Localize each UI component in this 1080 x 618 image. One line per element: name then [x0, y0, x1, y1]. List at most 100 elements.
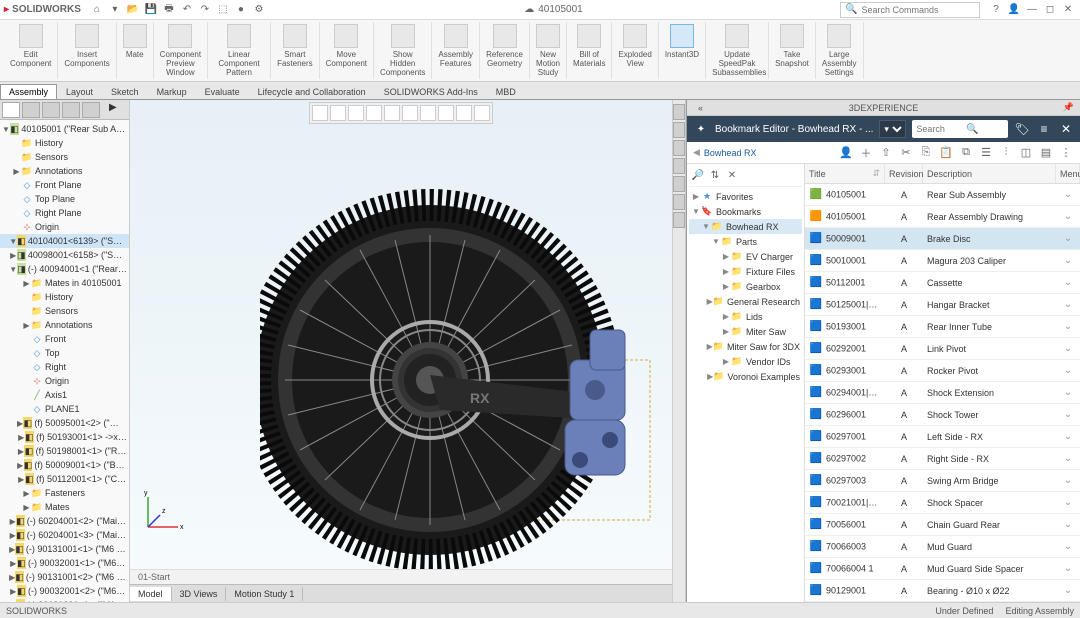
table-row[interactable]: 🟦60296001AShock Tower⌄	[805, 404, 1080, 426]
expand-icon[interactable]: ▶	[22, 503, 31, 512]
fm-item[interactable]: ▼◧40104001<6139> ("Shock Tower")	[0, 234, 129, 248]
col-title[interactable]: Title ⇵	[805, 164, 885, 183]
expand-icon[interactable]: ▼	[701, 222, 711, 231]
compass-icon[interactable]: ✦	[693, 121, 709, 137]
table-row[interactable]: 🟦60293001ARocker Pivot⌄	[805, 360, 1080, 382]
bookmark-node[interactable]: ▶📁Gearbox	[689, 279, 802, 294]
bookmark-node[interactable]: ▼📁Parts	[689, 234, 802, 249]
bookmark-node[interactable]: ▶📁Vendor IDs	[689, 354, 802, 369]
col-revision[interactable]: Revision	[885, 164, 923, 183]
taskpane-view-palette-icon[interactable]	[673, 158, 685, 174]
bm-find-icon[interactable]: 🔎	[691, 170, 705, 184]
bookmark-node[interactable]: ▼🔖Bookmarks	[689, 204, 802, 219]
table-row[interactable]: 🟦90129001ABearing - Ø10 x Ø22⌄	[805, 580, 1080, 602]
expand-icon[interactable]: ▶	[22, 279, 31, 288]
cell-menu[interactable]: ⌄	[1056, 321, 1080, 332]
cmd-tab-sketch[interactable]: Sketch	[102, 84, 148, 99]
cell-menu[interactable]: ⌄	[1056, 255, 1080, 266]
upload-icon[interactable]: ⇧	[878, 145, 894, 161]
add-icon[interactable]: ＋	[858, 145, 874, 161]
bookmark-node[interactable]: ▶📁Miter Saw	[689, 324, 802, 339]
bookmark-node[interactable]: ▼📁Bowhead RX	[689, 219, 802, 234]
cell-menu[interactable]: ⌄	[1056, 453, 1080, 464]
expand-icon[interactable]: ▶	[721, 267, 731, 276]
viewport-tab-3d-views[interactable]: 3D Views	[172, 587, 227, 601]
bookmark-node[interactable]: ▶📁EV Charger	[689, 249, 802, 264]
fm-item[interactable]: ▶◧(f) 50009001<1> ("Brake Disc")	[0, 458, 129, 472]
bookmark-tree[interactable]: 🔎 ⇅ ✕ ▶★Favorites▼🔖Bookmarks▼📁Bowhead RX…	[687, 164, 805, 602]
ribbon-insert-components[interactable]: Insert Components	[58, 22, 116, 79]
table-row[interactable]: 🟧40105001ARear Assembly Drawing⌄	[805, 206, 1080, 228]
expand-icon[interactable]: ▶	[17, 461, 24, 470]
fm-item[interactable]: ▶◧(f) 50193001<1> ->x ("Rear")	[0, 430, 129, 444]
expand-icon[interactable]: ▶	[721, 327, 731, 336]
redo-icon[interactable]: ↷	[197, 2, 213, 18]
fm-item[interactable]: ◇PLANE1	[0, 402, 129, 416]
ribbon-show-hidden[interactable]: Show Hidden Components	[374, 22, 432, 79]
viewport-tab-model[interactable]: Model	[130, 587, 172, 601]
taskpane-file-explorer-icon[interactable]	[673, 140, 685, 156]
bm-sort-icon[interactable]: ⇅	[708, 170, 722, 184]
taskpane-resources-icon[interactable]	[673, 104, 685, 120]
expand-icon[interactable]: ▶	[10, 587, 17, 596]
fm-item[interactable]: ⊹Origin	[0, 374, 129, 388]
fm-item[interactable]: ⊹Origin	[0, 220, 129, 234]
col-menu[interactable]: Menu	[1056, 164, 1080, 183]
dup-icon[interactable]: ⧉	[958, 145, 974, 161]
fm-tab-tree[interactable]	[2, 102, 20, 118]
fm-item[interactable]: ▶📁Mates	[0, 500, 129, 514]
cell-menu[interactable]: ⌄	[1056, 299, 1080, 310]
fm-item[interactable]: ◇Front	[0, 332, 129, 346]
cell-menu[interactable]: ⌄	[1056, 365, 1080, 376]
ribbon-edit-component[interactable]: Edit Component	[4, 22, 58, 79]
fm-item[interactable]: ▶📁Annotations	[0, 164, 129, 178]
expand-icon[interactable]: ▶	[22, 321, 31, 330]
fm-item[interactable]: ▶◧(-) 90191001<1> ("M12 x 1.0 x 1")	[0, 598, 129, 602]
fm-item[interactable]: ╱Axis1	[0, 388, 129, 402]
fm-item[interactable]: ▼◨(-) 40094001<1 ("Rear Wheel As")	[0, 262, 129, 276]
cut-icon[interactable]: ✂	[898, 145, 914, 161]
bm-table-body[interactable]: 🟩40105001ARear Sub Assembly⌄🟧40105001ARe…	[805, 184, 1080, 602]
user-icon[interactable]: 👤	[838, 145, 854, 161]
new-icon[interactable]: ▾	[107, 2, 123, 18]
cmd-tab-solidworks-add-ins[interactable]: SOLIDWORKS Add-Ins	[375, 84, 487, 99]
fm-item[interactable]: 📁History	[0, 290, 129, 304]
table-row[interactable]: 🟦50125001|50125...AHangar Bracket⌄	[805, 294, 1080, 316]
fm-item[interactable]: ◇Right	[0, 360, 129, 374]
fm-item[interactable]: ◇Top Plane	[0, 192, 129, 206]
cell-menu[interactable]: ⌄	[1056, 431, 1080, 442]
select-icon[interactable]: ⬚	[215, 2, 231, 18]
cmd-tab-layout[interactable]: Layout	[57, 84, 102, 99]
options-icon[interactable]: ⚙	[251, 2, 267, 18]
table-row[interactable]: 🟦60292001ALink Pivot⌄	[805, 338, 1080, 360]
help-icon[interactable]: ?	[988, 2, 1004, 18]
expand-icon[interactable]: ▶	[10, 251, 17, 260]
expand-icon[interactable]: ▶	[12, 167, 21, 176]
menu-icon[interactable]: ≡	[1036, 121, 1052, 137]
rebuild-icon[interactable]: ●	[233, 2, 249, 18]
expand-icon[interactable]: ▼	[9, 237, 17, 246]
ribbon-move-component[interactable]: Move Component	[320, 22, 374, 79]
fm-item[interactable]: ◇Right Plane	[0, 206, 129, 220]
close-icon[interactable]: ✕	[1060, 2, 1076, 18]
fm-item[interactable]: ▶◧(-) 60204001<2> ("Main Pivot As")	[0, 514, 129, 528]
taskpane-appearances-icon[interactable]	[673, 176, 685, 192]
command-search[interactable]: 🔍	[840, 2, 980, 18]
cell-menu[interactable]: ⌄	[1056, 563, 1080, 574]
expand-icon[interactable]: ▶	[721, 357, 731, 366]
fm-item[interactable]: ▶◧(f) 50112001<1> ("Cassette")	[0, 472, 129, 486]
cell-menu[interactable]: ⌄	[1056, 233, 1080, 244]
collapse-icon[interactable]: ◫	[1018, 145, 1034, 161]
fm-flyout-icon[interactable]: ▶	[109, 102, 127, 118]
fm-item[interactable]: ▶◧(-) 60204001<3> ("Main Pivot As")	[0, 528, 129, 542]
cell-menu[interactable]: ⌄	[1056, 497, 1080, 508]
expx-search[interactable]: 🔍	[912, 120, 1008, 138]
expand-icon[interactable]: ▶	[721, 282, 731, 291]
fm-item[interactable]: ◇Top	[0, 346, 129, 360]
fm-item[interactable]: 📁Sensors	[0, 304, 129, 318]
expand-icon[interactable]: ▼	[711, 237, 721, 246]
expx-breadcrumb[interactable]: Bowhead RX	[704, 148, 757, 158]
ribbon-assembly-features[interactable]: Assembly Features	[432, 22, 480, 79]
fm-tab-property[interactable]	[22, 102, 40, 118]
table-row[interactable]: 🟦60294001|60294...AShock Extension⌄	[805, 382, 1080, 404]
